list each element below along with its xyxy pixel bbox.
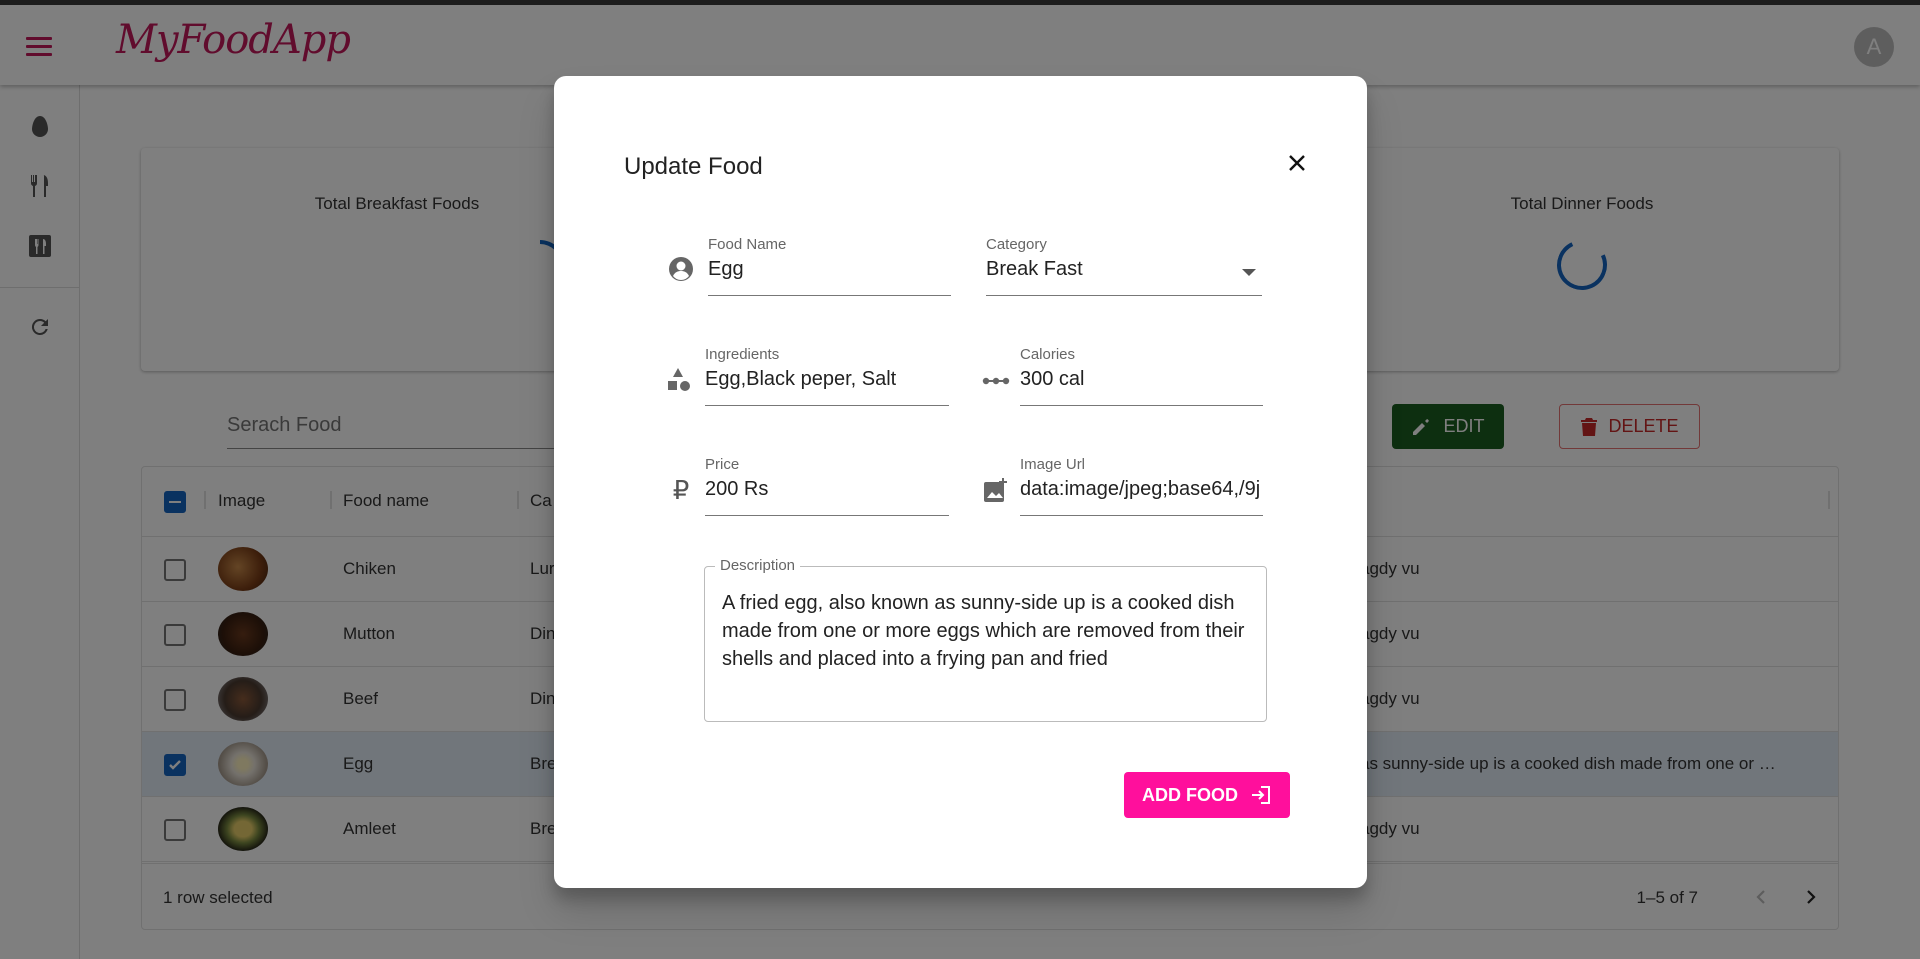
update-food-dialog: Update Food Food Name Egg Category Break… <box>554 76 1367 888</box>
food-name-field[interactable]: Food Name Egg <box>708 236 951 296</box>
linear-scale-icon <box>982 367 1010 395</box>
ruble-icon: ₽ <box>672 474 690 505</box>
calories-field[interactable]: Calories 300 cal <box>1020 346 1263 406</box>
ingredients-input[interactable]: Egg,Black peper, Salt <box>705 368 896 391</box>
category-shapes-icon <box>665 366 693 394</box>
food-name-label: Food Name <box>708 236 787 253</box>
category-select[interactable]: Category Break Fast <box>986 236 1262 296</box>
description-field[interactable]: Description A fried egg, also known as s… <box>704 557 1267 722</box>
add-food-button[interactable]: ADD FOOD <box>1124 772 1290 818</box>
ingredients-label: Ingredients <box>705 346 780 363</box>
add-photo-icon <box>982 476 1010 504</box>
ingredients-field[interactable]: Ingredients Egg,Black peper, Salt <box>705 346 949 406</box>
price-label: Price <box>705 456 740 473</box>
food-name-input[interactable]: Egg <box>708 258 744 281</box>
price-field[interactable]: Price 200 Rs <box>705 456 949 516</box>
image-url-label: Image Url <box>1020 456 1086 473</box>
add-food-button-label: ADD FOOD <box>1142 784 1238 805</box>
category-label: Category <box>986 236 1047 253</box>
calories-label: Calories <box>1020 346 1076 363</box>
dropdown-arrow-icon[interactable] <box>1242 269 1256 276</box>
login-icon <box>1252 786 1270 804</box>
image-url-input[interactable]: data:image/jpeg;base64,/9j <box>1020 478 1263 501</box>
calories-input[interactable]: 300 cal <box>1020 368 1085 391</box>
price-input[interactable]: 200 Rs <box>705 478 768 501</box>
description-textarea[interactable]: A fried egg, also known as sunny-side up… <box>722 589 1252 673</box>
dialog-title: Update Food <box>624 153 763 180</box>
image-url-field[interactable]: Image Url data:image/jpeg;base64,/9j <box>1020 456 1263 516</box>
description-label: Description <box>715 557 801 574</box>
account-circle-icon <box>667 255 695 283</box>
close-icon[interactable] <box>1281 147 1313 179</box>
category-value[interactable]: Break Fast <box>986 258 1083 281</box>
